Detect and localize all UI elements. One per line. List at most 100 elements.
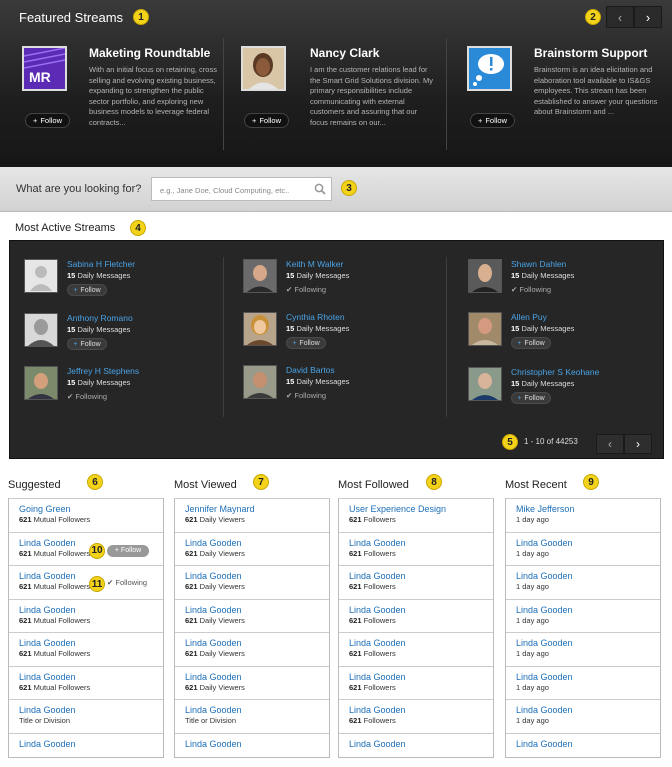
list-item[interactable]: Jennifer Maynard 621 Daily Viewers — [175, 498, 329, 532]
search-input[interactable]: e.g., Jane Doe, Cloud Computing, etc.. — [151, 177, 332, 201]
person-name[interactable]: Cynthia Rhoten — [286, 312, 345, 322]
follow-button[interactable]: + Follow — [511, 392, 551, 404]
list-item[interactable]: Linda Gooden 621 Followers — [339, 699, 493, 733]
stream-row[interactable]: Anthony Romano 15 Daily Messages + Follow — [24, 313, 214, 353]
active-next-button[interactable]: › — [624, 434, 652, 454]
person-name[interactable]: David Bartos — [286, 365, 335, 375]
list-item[interactable]: Linda Gooden 621 Mutual Followers — [9, 598, 163, 633]
item-name[interactable]: Linda Gooden — [349, 638, 483, 648]
featured-card[interactable]: MR + Follow Maketing Roundtable With an i… — [22, 38, 222, 158]
item-name[interactable]: Linda Gooden — [516, 605, 650, 615]
item-name[interactable]: Linda Gooden — [185, 605, 319, 615]
list-item[interactable]: Linda Gooden Title or Division — [175, 699, 329, 733]
list-item[interactable]: Linda Gooden 621 Followers — [339, 632, 493, 666]
list-item[interactable]: Linda Gooden 621 Mutual Followers 11 ✔ Foll… — [9, 565, 163, 599]
person-name[interactable]: Anthony Romano — [67, 313, 133, 323]
item-name[interactable]: Linda Gooden — [349, 538, 483, 548]
list-item[interactable]: Linda Gooden 1 day ago — [506, 565, 660, 599]
list-item[interactable]: Linda Gooden 621 Followers — [339, 565, 493, 599]
stream-row[interactable]: Sabina H Fletcher 15 Daily Messages + Fol… — [24, 259, 214, 299]
item-name[interactable]: Linda Gooden — [516, 638, 650, 648]
list-item[interactable]: Linda Gooden 621 Daily Viewers — [175, 531, 329, 566]
item-name[interactable]: User Experience Design — [349, 504, 483, 514]
item-name[interactable]: Linda Gooden — [185, 571, 319, 581]
list-item[interactable]: User Experience Design 621 Followers — [339, 498, 493, 532]
list-item[interactable]: Going Green 621 Mutual Followers — [9, 498, 163, 532]
stream-row[interactable]: David Bartos 15 Daily Messages ✔ Followi… — [243, 365, 433, 405]
follow-button[interactable]: + Follow — [511, 337, 551, 349]
follow-button[interactable]: + Follow — [244, 113, 289, 128]
following-status[interactable]: ✔ Following — [67, 392, 107, 401]
item-name[interactable]: Linda Gooden — [349, 571, 483, 581]
stream-row[interactable]: Cynthia Rhoten 15 Daily Messages + Follow — [243, 312, 433, 352]
following-status[interactable]: ✔ Following — [286, 391, 326, 400]
item-name[interactable]: Linda Gooden — [516, 672, 650, 682]
active-prev-button[interactable]: ‹ — [596, 434, 624, 454]
search-icon[interactable] — [314, 183, 326, 195]
person-name[interactable]: Sabina H Fletcher — [67, 259, 135, 269]
list-item[interactable]: Linda Gooden 621 Daily Viewers — [175, 598, 329, 633]
list-item[interactable]: Linda Gooden 621 Followers — [339, 598, 493, 633]
follow-button[interactable]: + Follow — [25, 113, 70, 128]
person-name[interactable]: Keith M Walker — [286, 259, 343, 269]
list-item[interactable]: Linda Gooden 621 Followers — [339, 665, 493, 700]
stream-row[interactable]: Jeffrey H Stephens 15 Daily Messages ✔ F… — [24, 366, 214, 406]
list-item[interactable]: Linda Gooden 621 Daily Viewers — [175, 565, 329, 599]
featured-prev-button[interactable]: ‹ — [606, 6, 634, 28]
list-item[interactable]: Linda Gooden Title or Division — [9, 699, 163, 733]
stream-name[interactable]: Maketing Roundtable — [89, 46, 210, 60]
list-item[interactable]: Linda Gooden 621 Daily Viewers — [175, 632, 329, 666]
item-name[interactable]: Mike Jefferson — [516, 504, 650, 514]
person-name[interactable]: Allen Puy — [511, 312, 547, 322]
following-status[interactable]: ✔ Following — [107, 578, 147, 587]
item-name[interactable]: Linda Gooden — [185, 672, 319, 682]
follow-button[interactable]: + Follow — [67, 338, 107, 350]
item-name[interactable]: Linda Gooden — [185, 705, 319, 715]
item-name[interactable]: Linda Gooden — [349, 739, 483, 749]
stream-name[interactable]: Brainstorm Support — [534, 46, 647, 60]
list-item[interactable]: Linda Gooden 1 day ago — [506, 598, 660, 633]
list-item[interactable]: Mike Jefferson 1 day ago — [506, 498, 660, 532]
list-item[interactable]: Linda Gooden — [339, 732, 493, 767]
list-item[interactable]: Linda Gooden 621 Mutual Followers — [9, 665, 163, 700]
stream-name[interactable]: Nancy Clark — [310, 46, 379, 60]
stream-row[interactable]: Christopher S Keohane 15 Daily Messages … — [468, 367, 658, 407]
list-item[interactable]: Linda Gooden 621 Mutual Followers — [9, 632, 163, 666]
item-name[interactable]: Jennifer Maynard — [185, 504, 319, 514]
following-status[interactable]: ✔ Following — [511, 285, 551, 294]
list-item[interactable]: Linda Gooden — [9, 732, 163, 767]
stream-row[interactable]: Allen Puy 15 Daily Messages + Follow — [468, 312, 658, 352]
item-name[interactable]: Linda Gooden — [516, 571, 650, 581]
person-name[interactable]: Jeffrey H Stephens — [67, 366, 139, 376]
stream-row[interactable]: Shawn Dahlen 15 Daily Messages ✔ Followi… — [468, 259, 658, 299]
list-item[interactable]: Linda Gooden — [175, 732, 329, 767]
list-item[interactable]: Linda Gooden 621 Daily Viewers — [175, 665, 329, 700]
item-name[interactable]: Linda Gooden — [349, 605, 483, 615]
item-name[interactable]: Linda Gooden — [349, 672, 483, 682]
item-name[interactable]: Linda Gooden — [516, 538, 650, 548]
list-item[interactable]: Linda Gooden — [506, 732, 660, 767]
item-name[interactable]: Linda Gooden — [185, 538, 319, 548]
person-name[interactable]: Christopher S Keohane — [511, 367, 599, 377]
item-name[interactable]: Linda Gooden — [349, 705, 483, 715]
item-name[interactable]: Linda Gooden — [19, 739, 153, 749]
featured-card[interactable]: + Follow Nancy Clark I am the customer re… — [241, 38, 441, 158]
person-name[interactable]: Shawn Dahlen — [511, 259, 566, 269]
follow-button[interactable]: + Follow — [107, 544, 149, 557]
featured-card[interactable]: + Follow Brainstorm Support Brainstorm is… — [467, 38, 667, 158]
list-item[interactable]: Linda Gooden 1 day ago — [506, 699, 660, 733]
item-name[interactable]: Linda Gooden — [19, 705, 153, 715]
item-name[interactable]: Linda Gooden — [19, 672, 153, 682]
follow-button[interactable]: + Follow — [470, 113, 515, 128]
list-item[interactable]: Linda Gooden 1 day ago — [506, 632, 660, 666]
list-item[interactable]: Linda Gooden 1 day ago — [506, 665, 660, 700]
follow-button[interactable]: + Follow — [286, 337, 326, 349]
featured-next-button[interactable]: › — [634, 6, 662, 28]
follow-button[interactable]: + Follow — [67, 284, 107, 296]
stream-row[interactable]: Keith M Walker 15 Daily Messages ✔ Follo… — [243, 259, 433, 299]
list-item[interactable]: Linda Gooden 621 Mutual Followers 10 + Follo… — [9, 531, 163, 566]
following-status[interactable]: ✔ Following — [286, 285, 326, 294]
item-name[interactable]: Linda Gooden — [19, 638, 153, 648]
item-name[interactable]: Linda Gooden — [516, 739, 650, 749]
item-name[interactable]: Linda Gooden — [185, 638, 319, 648]
